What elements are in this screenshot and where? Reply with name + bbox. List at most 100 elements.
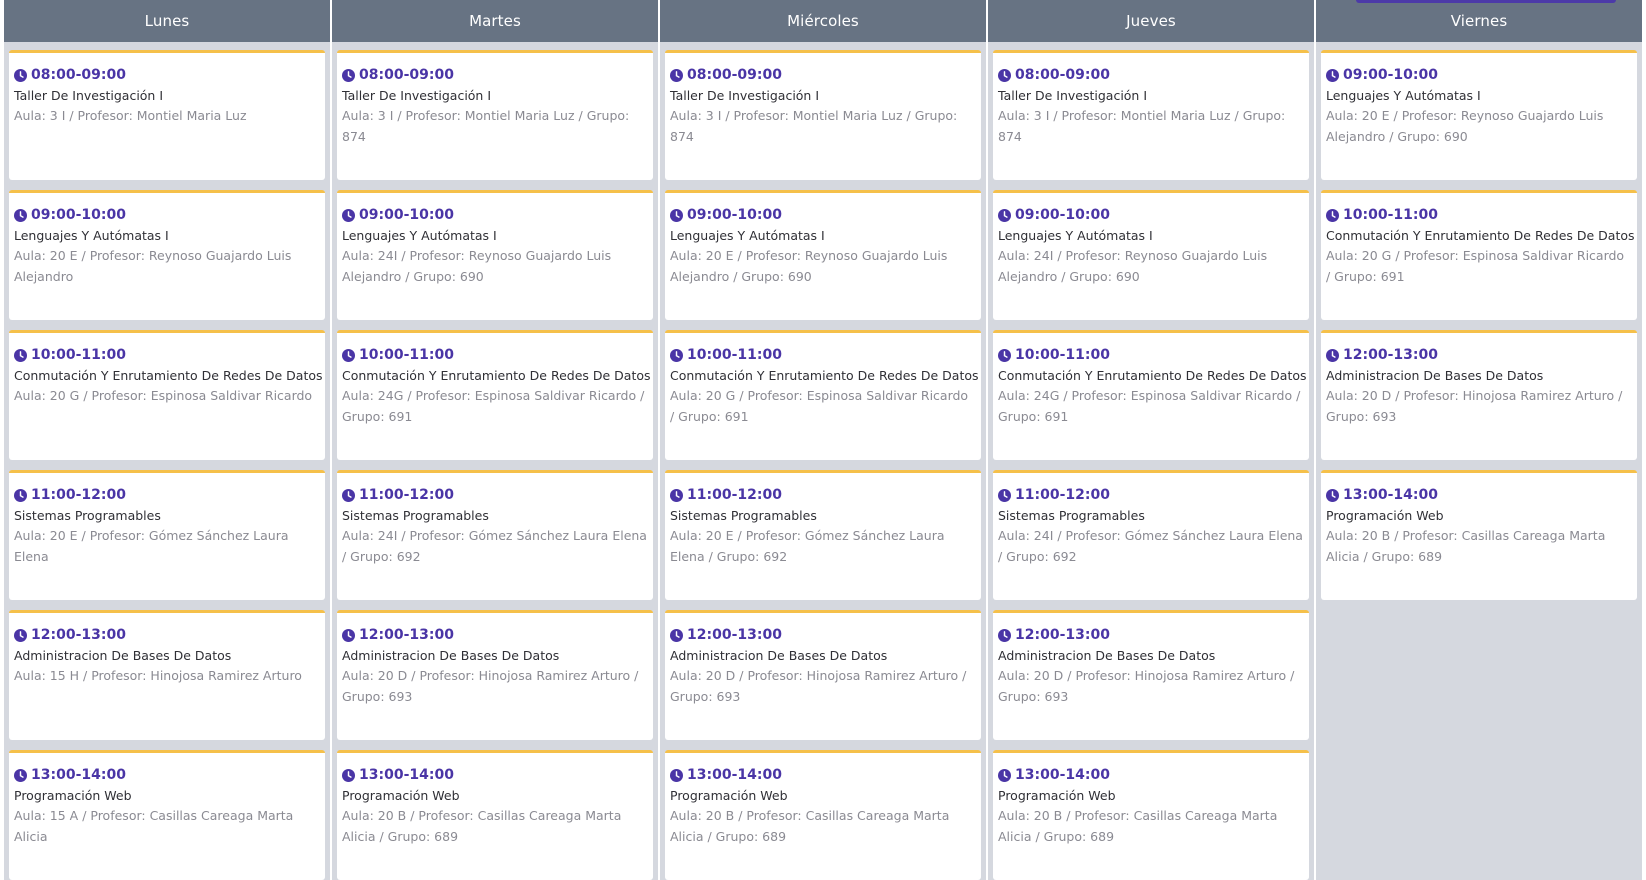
clock-icon — [342, 209, 355, 222]
class-card[interactable]: 13:00-14:00 Programación Web Aula: 20 B … — [993, 750, 1309, 880]
class-details: Aula: 20 B / Profesor: Casillas Careaga … — [1326, 528, 1606, 564]
class-details: Aula: 20 E / Profesor: Gómez Sánchez Lau… — [670, 528, 945, 564]
class-card[interactable]: 12:00-13:00 Administracion De Bases De D… — [993, 610, 1309, 740]
class-subject: Programación Web — [998, 788, 1116, 803]
class-time-row: 08:00-09:00 — [342, 67, 648, 84]
class-time-row: 12:00-13:00 — [14, 627, 320, 644]
class-details: Aula: 20 B / Profesor: Casillas Careaga … — [670, 808, 950, 844]
class-subject: Administracion De Bases De Datos — [14, 648, 232, 663]
class-time: 10:00-11:00 — [1343, 207, 1438, 223]
class-subject: Taller De Investigación I — [14, 88, 164, 103]
weekly-schedule: Lunes 08:00-09:00 Taller De Investigació… — [4, 0, 1642, 880]
class-time: 09:00-10:00 — [687, 207, 782, 223]
clock-icon — [998, 349, 1011, 362]
day-name: Viernes — [1450, 12, 1508, 30]
class-card[interactable]: 09:00-10:00 Lenguajes Y Autómatas I Aula… — [337, 190, 653, 320]
class-card[interactable]: 08:00-09:00 Taller De Investigación I Au… — [993, 50, 1309, 180]
class-details: Aula: 24I / Profesor: Gómez Sánchez Laur… — [998, 528, 1303, 564]
class-card[interactable]: 13:00-14:00 Programación Web Aula: 20 B … — [665, 750, 981, 880]
class-card[interactable]: 08:00-09:00 Taller De Investigación I Au… — [665, 50, 981, 180]
class-card[interactable]: 10:00-11:00 Conmutación Y Enrutamiento D… — [993, 330, 1309, 460]
clock-icon — [14, 349, 27, 362]
clock-icon — [342, 69, 355, 82]
class-card[interactable]: 13:00-14:00 Programación Web Aula: 15 A … — [9, 750, 325, 880]
class-card[interactable]: 12:00-13:00 Administracion De Bases De D… — [1321, 330, 1637, 460]
class-details: Aula: 24I / Profesor: Reynoso Guajardo L… — [998, 248, 1268, 284]
class-card[interactable]: 13:00-14:00 Programación Web Aula: 20 B … — [337, 750, 653, 880]
class-card[interactable]: 12:00-13:00 Administracion De Bases De D… — [665, 610, 981, 740]
class-time: 13:00-14:00 — [1343, 487, 1438, 503]
class-time: 09:00-10:00 — [31, 207, 126, 223]
class-list: 09:00-10:00 Lenguajes Y Autómatas I Aula… — [1316, 42, 1642, 600]
class-subject: Administracion De Bases De Datos — [670, 648, 888, 663]
class-subject: Conmutación Y Enrutamiento De Redes De D… — [998, 368, 1307, 383]
class-card[interactable]: 08:00-09:00 Taller De Investigación I Au… — [337, 50, 653, 180]
class-time-row: 13:00-14:00 — [1326, 487, 1632, 504]
class-details: Aula: 20 E / Profesor: Gómez Sánchez Lau… — [14, 528, 289, 564]
class-time-row: 13:00-14:00 — [670, 767, 976, 784]
class-card[interactable]: 11:00-12:00 Sistemas Programables Aula: … — [337, 470, 653, 600]
class-card[interactable]: 10:00-11:00 Conmutación Y Enrutamiento D… — [665, 330, 981, 460]
class-subject: Taller De Investigación I — [998, 88, 1148, 103]
clock-icon — [670, 629, 683, 642]
clock-icon — [1326, 209, 1339, 222]
day-name: Lunes — [144, 12, 190, 30]
class-details: Aula: 15 A / Profesor: Casillas Careaga … — [14, 808, 294, 844]
class-card[interactable]: 12:00-13:00 Administracion De Bases De D… — [337, 610, 653, 740]
class-details: Aula: 24G / Profesor: Espinosa Saldivar … — [998, 388, 1301, 424]
class-time-row: 12:00-13:00 — [342, 627, 648, 644]
class-card[interactable]: 09:00-10:00 Lenguajes Y Autómatas I Aula… — [9, 190, 325, 320]
class-time: 10:00-11:00 — [1015, 347, 1110, 363]
class-list: 08:00-09:00 Taller De Investigación I Au… — [332, 42, 658, 880]
class-time-row: 09:00-10:00 — [14, 207, 320, 224]
class-card[interactable]: 11:00-12:00 Sistemas Programables Aula: … — [665, 470, 981, 600]
class-time: 11:00-12:00 — [359, 487, 454, 503]
class-time: 08:00-09:00 — [359, 67, 454, 83]
clock-icon — [998, 769, 1011, 782]
class-details: Aula: 20 G / Profesor: Espinosa Saldivar… — [670, 388, 969, 424]
class-list: 08:00-09:00 Taller De Investigación I Au… — [660, 42, 986, 880]
clock-icon — [998, 629, 1011, 642]
class-card[interactable]: 12:00-13:00 Administracion De Bases De D… — [9, 610, 325, 740]
class-card[interactable]: 09:00-10:00 Lenguajes Y Autómatas I Aula… — [665, 190, 981, 320]
clock-icon — [14, 629, 27, 642]
clock-icon — [14, 69, 27, 82]
class-subject: Programación Web — [14, 788, 132, 803]
class-details: Aula: 3 I / Profesor: Montiel Maria Luz — [14, 108, 247, 123]
day-header: Viernes — [1316, 0, 1642, 42]
class-details: Aula: 20 D / Profesor: Hinojosa Ramirez … — [1326, 388, 1623, 424]
class-details: Aula: 20 G / Profesor: Espinosa Saldivar… — [14, 388, 313, 403]
class-time-row: 10:00-11:00 — [998, 347, 1304, 364]
day-name: Miércoles — [787, 12, 859, 30]
class-subject: Conmutación Y Enrutamiento De Redes De D… — [670, 368, 979, 383]
class-time-row: 09:00-10:00 — [670, 207, 976, 224]
class-card[interactable]: 09:00-10:00 Lenguajes Y Autómatas I Aula… — [1321, 50, 1637, 180]
class-time: 12:00-13:00 — [359, 627, 454, 643]
class-subject: Taller De Investigación I — [670, 88, 820, 103]
class-details: Aula: 20 E / Profesor: Reynoso Guajardo … — [670, 248, 948, 284]
class-subject: Administracion De Bases De Datos — [998, 648, 1216, 663]
class-subject: Sistemas Programables — [670, 508, 817, 523]
class-details: Aula: 20 D / Profesor: Hinojosa Ramirez … — [670, 668, 967, 704]
class-card[interactable]: 10:00-11:00 Conmutación Y Enrutamiento D… — [337, 330, 653, 460]
class-time: 11:00-12:00 — [687, 487, 782, 503]
class-time: 13:00-14:00 — [31, 767, 126, 783]
class-card[interactable]: 08:00-09:00 Taller De Investigación I Au… — [9, 50, 325, 180]
day-header: Miércoles — [660, 0, 986, 42]
class-card[interactable]: 09:00-10:00 Lenguajes Y Autómatas I Aula… — [993, 190, 1309, 320]
class-details: Aula: 24I / Profesor: Gómez Sánchez Laur… — [342, 528, 647, 564]
class-details: Aula: 20 D / Profesor: Hinojosa Ramirez … — [342, 668, 639, 704]
class-time: 10:00-11:00 — [687, 347, 782, 363]
day-name: Martes — [469, 12, 521, 30]
class-time-row: 11:00-12:00 — [14, 487, 320, 504]
class-time-row: 12:00-13:00 — [670, 627, 976, 644]
class-time-row: 13:00-14:00 — [998, 767, 1304, 784]
class-card[interactable]: 11:00-12:00 Sistemas Programables Aula: … — [9, 470, 325, 600]
class-card[interactable]: 13:00-14:00 Programación Web Aula: 20 B … — [1321, 470, 1637, 600]
class-list: 08:00-09:00 Taller De Investigación I Au… — [988, 42, 1314, 880]
class-card[interactable]: 10:00-11:00 Conmutación Y Enrutamiento D… — [1321, 190, 1637, 320]
class-card[interactable]: 11:00-12:00 Sistemas Programables Aula: … — [993, 470, 1309, 600]
class-card[interactable]: 10:00-11:00 Conmutación Y Enrutamiento D… — [9, 330, 325, 460]
clock-icon — [998, 69, 1011, 82]
class-list: 08:00-09:00 Taller De Investigación I Au… — [4, 42, 330, 880]
